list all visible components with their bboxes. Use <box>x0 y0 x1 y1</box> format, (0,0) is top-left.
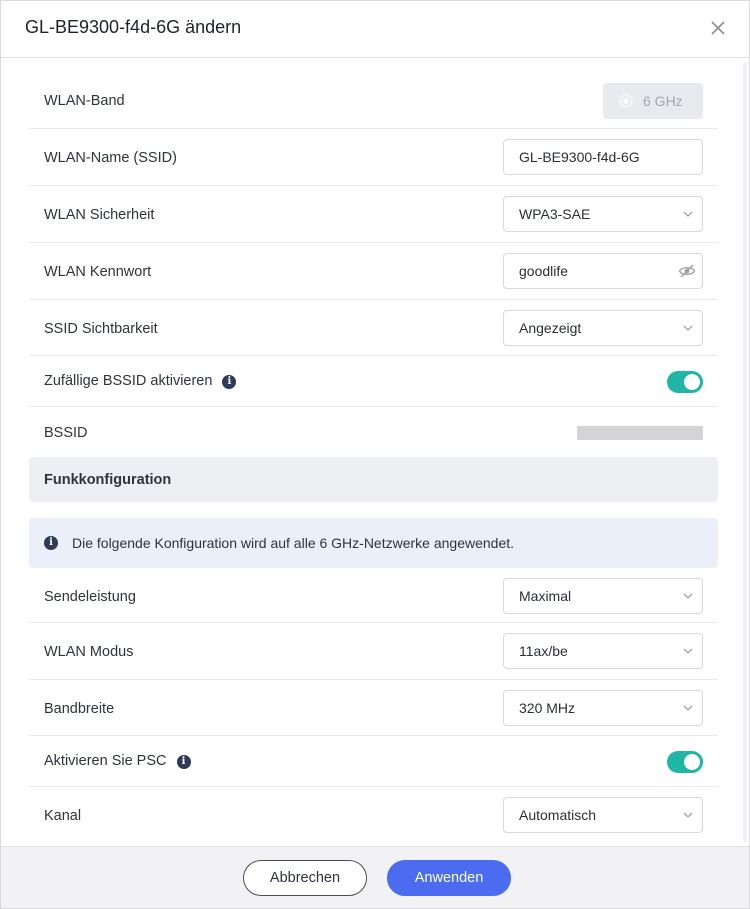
random-bssid-text: Zufällige BSSID aktivieren <box>44 373 213 389</box>
row-ssid: WLAN-Name (SSID) GL-BE9300-f4d-6G <box>29 129 718 186</box>
ssid-value: GL-BE9300-f4d-6G <box>519 149 640 165</box>
bandwidth-select[interactable]: 320 MHz <box>503 690 703 726</box>
info-icon[interactable]: i <box>176 755 191 769</box>
radio-icon <box>619 94 633 108</box>
wifi-mode-select[interactable]: 11ax/be <box>503 633 703 669</box>
apply-button[interactable]: Anwenden <box>387 860 511 896</box>
info-notice: i Die folgende Konfiguration wird auf al… <box>29 518 718 568</box>
row-ssid-visibility: SSID Sichtbarkeit Angezeigt <box>29 300 718 356</box>
psc-label: Aktivieren Sie PSC i <box>44 753 191 769</box>
channel-label: Kanal <box>44 808 82 824</box>
dialog-header: GL-BE9300-f4d-6G ändern <box>1 1 749 58</box>
close-button[interactable] <box>705 15 731 41</box>
info-icon: i <box>44 536 58 550</box>
chevron-down-icon <box>683 325 693 331</box>
chevron-down-icon <box>683 211 693 217</box>
ssid-label: WLAN-Name (SSID) <box>44 150 177 166</box>
password-label: WLAN Kennwort <box>44 264 152 280</box>
security-label: WLAN Sicherheit <box>44 207 155 223</box>
chevron-down-icon <box>683 812 693 818</box>
ssid-visibility-value: Angezeigt <box>519 320 582 336</box>
psc-text: Aktivieren Sie PSC <box>44 753 167 769</box>
password-value: goodlife <box>519 263 569 279</box>
wifi-band-label: WLAN-Band <box>44 93 125 109</box>
ssid-input[interactable]: GL-BE9300-f4d-6G <box>503 139 703 175</box>
chevron-down-icon <box>683 593 693 599</box>
security-select[interactable]: WPA3-SAE <box>503 196 703 232</box>
password-input[interactable]: goodlife <box>503 253 703 289</box>
random-bssid-toggle[interactable] <box>667 371 703 393</box>
ssid-visibility-label: SSID Sichtbarkeit <box>44 321 158 337</box>
ssid-visibility-select[interactable]: Angezeigt <box>503 310 703 346</box>
security-value: WPA3-SAE <box>519 206 591 222</box>
scrollbar[interactable] <box>743 62 747 842</box>
tx-power-select[interactable]: Maximal <box>503 578 703 614</box>
bssid-value-redacted <box>577 426 703 440</box>
tx-power-label: Sendeleistung <box>44 589 136 605</box>
wifi-band-value: 6 GHz <box>643 93 683 109</box>
dialog-title: GL-BE9300-f4d-6G ändern <box>25 17 242 37</box>
wifi-mode-value: 11ax/be <box>519 643 568 659</box>
tx-power-value: Maximal <box>519 588 572 604</box>
row-bandwidth: Bandbreite 320 MHz <box>29 680 718 736</box>
toggle-knob <box>684 374 700 390</box>
info-icon[interactable]: i <box>222 375 237 389</box>
bandwidth-value: 320 MHz <box>519 700 576 716</box>
dialog-body[interactable]: WLAN-Band 6 GHz WLAN-Name (SSID) GL-BE93… <box>1 58 749 846</box>
channel-value: Automatisch <box>519 807 597 823</box>
row-password: WLAN Kennwort goodlife <box>29 243 718 300</box>
row-channel: Kanal Automatisch <box>29 787 718 846</box>
row-wifi-mode: WLAN Modus 11ax/be <box>29 623 718 680</box>
row-security: WLAN Sicherheit WPA3-SAE <box>29 186 718 243</box>
edit-wifi-dialog: GL-BE9300-f4d-6G ändern WLAN-Band 6 GHz … <box>0 0 750 909</box>
section-title: Funkkonfiguration <box>44 472 172 488</box>
chevron-down-icon <box>683 705 693 711</box>
cancel-button[interactable]: Abbrechen <box>243 860 367 896</box>
random-bssid-label: Zufällige BSSID aktivieren i <box>44 373 237 389</box>
channel-select[interactable]: Automatisch <box>503 797 703 833</box>
toggle-knob <box>684 754 700 770</box>
section-radio-config: Funkkonfiguration <box>29 457 718 502</box>
row-wifi-band: WLAN-Band 6 GHz <box>29 58 718 129</box>
eye-off-icon[interactable] <box>678 263 696 279</box>
row-bssid: BSSID <box>29 407 718 457</box>
psc-toggle[interactable] <box>667 751 703 773</box>
bandwidth-label: Bandbreite <box>44 701 115 717</box>
wifi-band-option: 6 GHz <box>603 83 703 119</box>
notice-text: Die folgende Konfiguration wird auf alle… <box>72 535 515 551</box>
row-tx-power: Sendeleistung Maximal <box>29 568 718 623</box>
chevron-down-icon <box>683 648 693 654</box>
dialog-footer: Abbrechen Anwenden <box>1 846 749 908</box>
wifi-mode-label: WLAN Modus <box>44 644 134 660</box>
bssid-label: BSSID <box>44 425 88 441</box>
row-random-bssid: Zufällige BSSID aktivieren i <box>29 356 718 407</box>
close-icon <box>711 21 725 35</box>
row-psc: Aktivieren Sie PSC i <box>29 736 718 787</box>
